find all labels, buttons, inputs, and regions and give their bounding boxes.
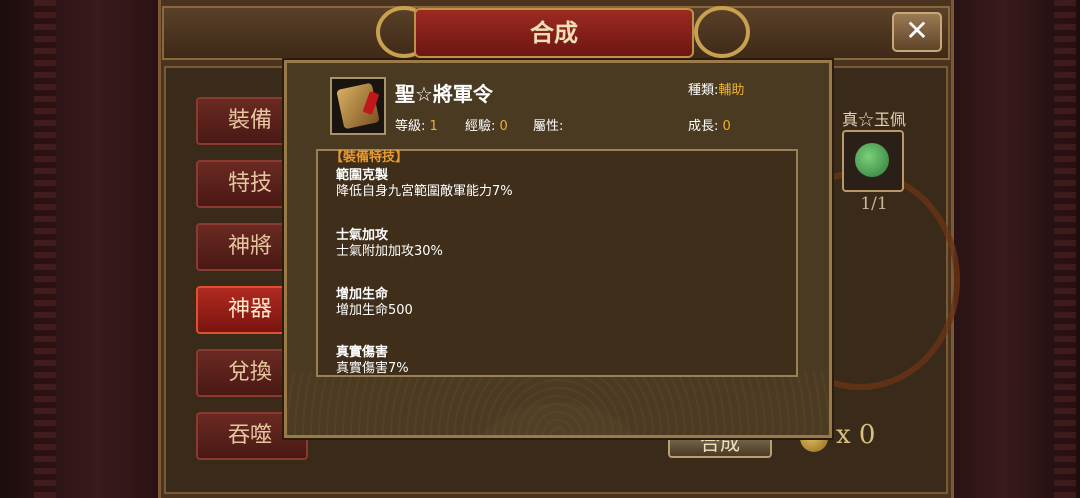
- skill-desc: 降低自身九宮範圍敵軍能力7%: [336, 184, 513, 199]
- sidebar-item-label: 吞噬: [228, 423, 273, 448]
- background-left: [0, 0, 160, 498]
- growth-value: 0: [722, 119, 731, 134]
- skill-item: 增加生命 增加生命500: [336, 287, 413, 319]
- sidebar-item-label: 神將: [228, 234, 273, 259]
- wave-pattern: [287, 371, 829, 435]
- skill-item: 士氣加攻 士氣附加加攻30%: [336, 228, 443, 260]
- close-button[interactable]: ✕: [892, 12, 942, 52]
- background-right: [952, 0, 1080, 498]
- skill-name: 真實傷害: [336, 345, 389, 360]
- skill-item: 真實傷害 真實傷害7%: [336, 345, 409, 377]
- skill-item: 範圍克製 降低自身九宮範圍敵軍能力7%: [336, 168, 513, 200]
- skill-name: 士氣加攻: [336, 228, 389, 243]
- attribute-stat: 屬性:: [533, 115, 563, 134]
- exp-value: 0: [499, 119, 508, 134]
- sidebar-item-label: 特技: [228, 171, 273, 196]
- skill-desc: 增加生命500: [336, 303, 413, 318]
- level-value: 1: [429, 119, 438, 134]
- growth-label: 成長:: [688, 119, 719, 134]
- sidebar-item-label: 兌換: [228, 360, 273, 385]
- type-label: 種類:: [688, 83, 719, 98]
- type-stat: 種類:輔助: [688, 79, 744, 98]
- skills-header: 【裝備特技】: [330, 150, 409, 165]
- exp-stat: 經驗: 0: [465, 115, 508, 134]
- level-stat: 等級: 1: [395, 115, 438, 134]
- level-label: 等級:: [395, 119, 426, 134]
- attribute-label: 屬性:: [533, 119, 564, 134]
- skill-desc: 士氣附加加攻30%: [336, 244, 443, 259]
- jade-pendant-icon: [855, 143, 889, 177]
- item-name: 聖☆將軍令: [395, 82, 493, 106]
- sidebar-item-label: 神器: [228, 297, 273, 322]
- material-count: 1/1: [860, 194, 888, 214]
- window-title: 合成: [530, 19, 578, 47]
- ornament-right: [694, 6, 750, 58]
- skill-name: 增加生命: [336, 287, 389, 302]
- type-value: 輔助: [718, 83, 745, 98]
- exp-label: 經驗:: [465, 119, 496, 134]
- close-icon: ✕: [905, 14, 929, 47]
- sidebar-item-label: 裝備: [228, 108, 273, 133]
- coin-count: x 0: [836, 420, 876, 450]
- growth-stat: 成長: 0: [688, 115, 731, 134]
- skill-name: 範圍克製: [336, 168, 389, 183]
- material-name: 真☆玉佩: [841, 110, 906, 129]
- skill-desc: 真實傷害7%: [336, 361, 409, 376]
